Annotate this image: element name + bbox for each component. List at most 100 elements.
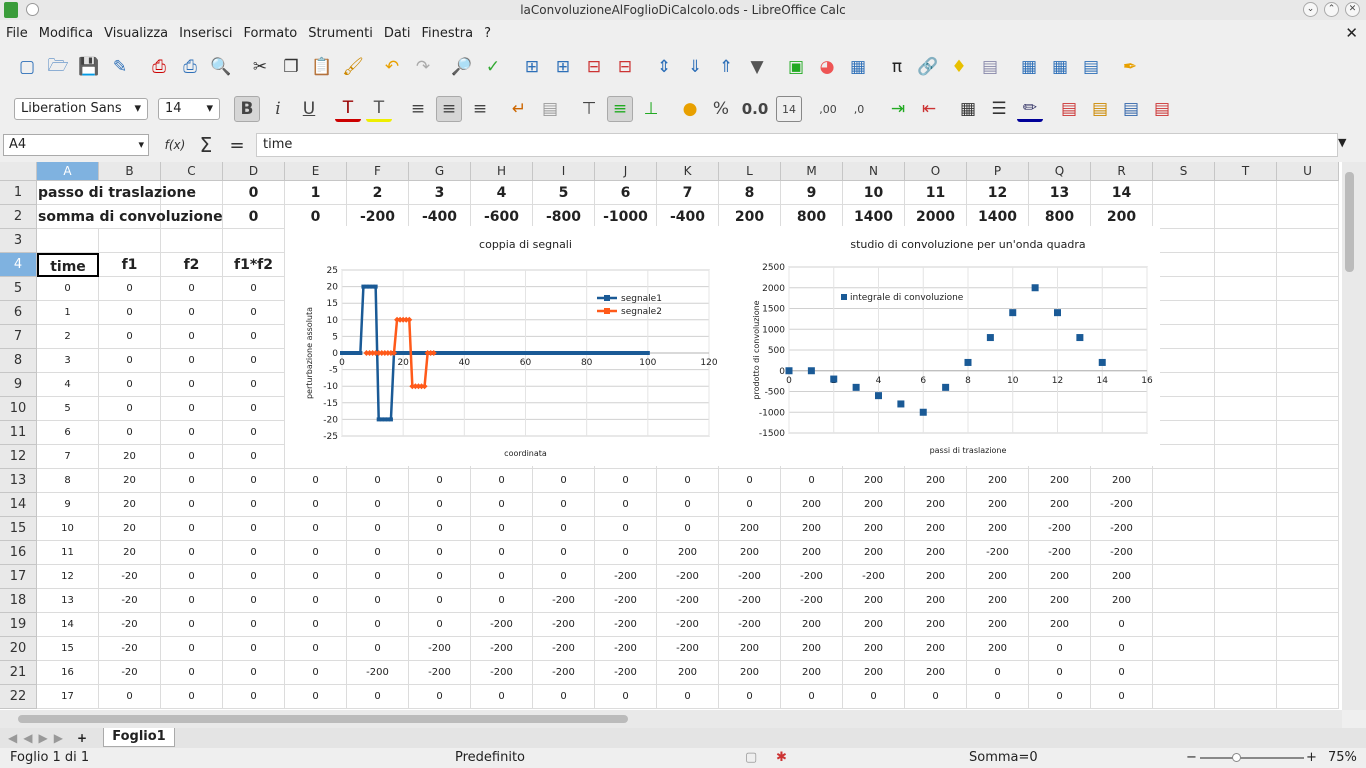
cell-b8[interactable]: 0	[99, 349, 161, 373]
cell-h15[interactable]: 0	[471, 517, 533, 541]
cell-q15[interactable]: -200	[1029, 517, 1091, 541]
headers-footers-icon[interactable]: ▤	[977, 54, 1003, 80]
cell-s18[interactable]	[1153, 589, 1215, 613]
cell-l18[interactable]: -200	[719, 589, 781, 613]
cell-c20[interactable]: 0	[161, 637, 223, 661]
delete-row-icon[interactable]: ⊟	[581, 54, 607, 80]
vertical-scrollbar[interactable]	[1342, 162, 1366, 710]
cell-p19[interactable]: 200	[967, 613, 1029, 637]
cell-t1[interactable]	[1215, 181, 1277, 205]
cell-s1[interactable]	[1153, 181, 1215, 205]
minimize-button[interactable]: ⌄	[1303, 2, 1318, 17]
zoom-in-icon[interactable]: +	[1306, 748, 1317, 768]
cell-g22[interactable]: 0	[409, 685, 471, 709]
cell-c10[interactable]: 0	[161, 397, 223, 421]
cell-u22[interactable]	[1277, 685, 1339, 709]
decrease-indent-icon[interactable]: ⇤	[916, 96, 942, 122]
cell-j18[interactable]: -200	[595, 589, 657, 613]
menu-dati[interactable]: Dati	[384, 26, 411, 41]
cell-k1[interactable]: 7	[657, 181, 719, 205]
cell-d9[interactable]: 0	[223, 373, 285, 397]
cell-d1[interactable]: 0	[223, 181, 285, 205]
cell-b22[interactable]: 0	[99, 685, 161, 709]
cell-b10[interactable]: 0	[99, 397, 161, 421]
cell-l16[interactable]: 200	[719, 541, 781, 565]
cell-u18[interactable]	[1277, 589, 1339, 613]
cell-u4[interactable]	[1277, 253, 1339, 277]
save-icon[interactable]: 💾	[76, 54, 102, 80]
cell-o15[interactable]: 200	[905, 517, 967, 541]
cell-u8[interactable]	[1277, 349, 1339, 373]
cell-s21[interactable]	[1153, 661, 1215, 685]
cell-n20[interactable]: 200	[843, 637, 905, 661]
sort-icon[interactable]: ⇕	[651, 54, 677, 80]
cell-i17[interactable]: 0	[533, 565, 595, 589]
cell-u20[interactable]	[1277, 637, 1339, 661]
cell-f1[interactable]: 2	[347, 181, 409, 205]
cell-d13[interactable]: 0	[223, 469, 285, 493]
column-header-d[interactable]: D	[223, 162, 285, 181]
pin-icon[interactable]	[26, 3, 39, 16]
cell-k21[interactable]: 200	[657, 661, 719, 685]
cell-c21[interactable]: 0	[161, 661, 223, 685]
cell-s14[interactable]	[1153, 493, 1215, 517]
menu-visualizza[interactable]: Visualizza	[104, 26, 168, 41]
cell-p20[interactable]: 200	[967, 637, 1029, 661]
cell-r1[interactable]: 14	[1091, 181, 1153, 205]
cell-c4[interactable]: f2	[161, 253, 223, 277]
column-header-j[interactable]: J	[595, 162, 657, 181]
cell-p22[interactable]: 0	[967, 685, 1029, 709]
align-left-icon[interactable]: ≡	[405, 96, 431, 122]
row-header-7[interactable]: 7	[0, 325, 37, 349]
cell-g13[interactable]: 0	[409, 469, 471, 493]
column-header-i[interactable]: I	[533, 162, 595, 181]
cell-k18[interactable]: -200	[657, 589, 719, 613]
select-all-corner[interactable]	[0, 162, 37, 181]
color-scale-icon[interactable]: ▤	[1087, 96, 1113, 122]
row-header-2[interactable]: 2	[0, 205, 37, 229]
sort-descending-icon[interactable]: ⇓	[682, 54, 708, 80]
cell-u12[interactable]	[1277, 445, 1339, 469]
clone-formatting-icon[interactable]: 🖌	[340, 54, 366, 80]
cell-f20[interactable]: 0	[347, 637, 409, 661]
cell-j13[interactable]: 0	[595, 469, 657, 493]
cell-o20[interactable]: 200	[905, 637, 967, 661]
cut-icon[interactable]: ✂	[247, 54, 273, 80]
cell-j21[interactable]: -200	[595, 661, 657, 685]
cell-s15[interactable]	[1153, 517, 1215, 541]
cell-b20[interactable]: -20	[99, 637, 161, 661]
expand-formula-icon[interactable]: ▼	[1338, 136, 1346, 149]
column-header-p[interactable]: P	[967, 162, 1029, 181]
sort-ascending-icon[interactable]: ⇑	[713, 54, 739, 80]
cell-p13[interactable]: 200	[967, 469, 1029, 493]
cell-e15[interactable]: 0	[285, 517, 347, 541]
cell-o13[interactable]: 200	[905, 469, 967, 493]
cell-l17[interactable]: -200	[719, 565, 781, 589]
cell-b15[interactable]: 20	[99, 517, 161, 541]
special-character-icon[interactable]: π	[884, 54, 910, 80]
cell-a7[interactable]: 2	[37, 325, 99, 349]
cell-u11[interactable]	[1277, 421, 1339, 445]
cell-i1[interactable]: 5	[533, 181, 595, 205]
horizontal-scrollbar[interactable]	[0, 710, 1342, 728]
row-header-4[interactable]: 4	[0, 253, 37, 277]
column-header-e[interactable]: E	[285, 162, 347, 181]
cell-j1[interactable]: 6	[595, 181, 657, 205]
last-sheet-icon[interactable]: ▶	[54, 731, 63, 745]
cell-f14[interactable]: 0	[347, 493, 409, 517]
cell-c6[interactable]: 0	[161, 301, 223, 325]
cell-a2[interactable]: somma di convoluzione	[37, 205, 223, 229]
cell-t3[interactable]	[1215, 229, 1277, 253]
cell-e20[interactable]: 0	[285, 637, 347, 661]
cell-o21[interactable]: 200	[905, 661, 967, 685]
bold-button[interactable]: B	[234, 96, 260, 122]
horizontal-scroll-thumb[interactable]	[18, 715, 628, 723]
cell-b3[interactable]	[99, 229, 161, 253]
cell-t10[interactable]	[1215, 397, 1277, 421]
cell-u10[interactable]	[1277, 397, 1339, 421]
cell-n18[interactable]: 200	[843, 589, 905, 613]
cell-t9[interactable]	[1215, 373, 1277, 397]
row-header-12[interactable]: 12	[0, 445, 37, 469]
cell-d7[interactable]: 0	[223, 325, 285, 349]
cell-c3[interactable]	[161, 229, 223, 253]
